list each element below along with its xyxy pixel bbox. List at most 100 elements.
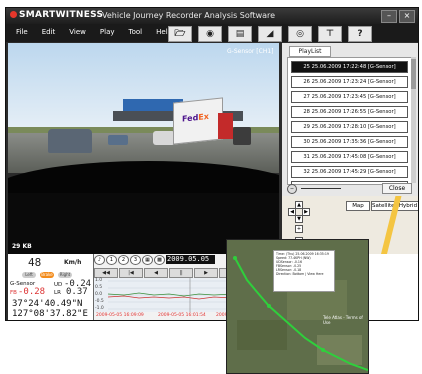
print-icon[interactable]: ▤ [228, 26, 252, 42]
pan-down-icon[interactable]: ▼ [295, 215, 303, 223]
menu-edit[interactable]: Edit [42, 28, 56, 36]
channel-label: G-Sensor [CH1] [227, 48, 274, 55]
gsensor-fb-label: FB [10, 290, 17, 296]
menu-play[interactable]: Play [100, 28, 115, 36]
graph-ytick: 0.5 [95, 285, 103, 290]
close-button[interactable]: Close [382, 183, 412, 194]
terrain-field [237, 320, 287, 350]
menu-view[interactable]: View [69, 28, 86, 36]
channel2-icon[interactable]: 2 [118, 254, 129, 265]
graph-ytick: -0.5 [95, 299, 104, 304]
scrollbar-thumb[interactable] [411, 59, 416, 89]
telemetry-panel: 48 Km/h Left Brake Right G-Sensor UD -0.24… [8, 254, 94, 320]
gsensor-graph[interactable]: 1.0 0.5 0.0 -0.5 -1.0 [94, 278, 233, 312]
satellite-map-popup[interactable]: Time: (Thu) 25.06.2009 16:35:19 Speed: 77… [226, 239, 369, 374]
playlist-item[interactable]: 26 25.06.2009 17:23:24 [G-Sensor] [291, 76, 408, 88]
graph-ytick: -1.0 [95, 306, 104, 311]
graph-ytick: 1.0 [95, 278, 103, 283]
info-bubble: Time: (Thu) 25.06.2009 16:35:19 Speed: 77… [273, 250, 335, 292]
map-type-selector: Map Satellite Hybrid [346, 201, 418, 211]
indicator-right: Right [58, 272, 72, 278]
volume-icon[interactable]: ♪ [94, 254, 105, 265]
playlist-item[interactable]: 25 25.06.2009 17:22:48 [G-Sensor] [291, 61, 408, 73]
track-point [267, 304, 271, 308]
player-panel: ♪ 1 2 3 ▦ ▩ 2009.05.05 ◀◀ |◀ ◀ || ▶ ▶| [94, 254, 243, 320]
graph-trace [107, 295, 233, 300]
playlist-item[interactable]: 32 25.06.2009 17:45:29 [G-Sensor] [291, 166, 408, 178]
pan-right-icon[interactable]: ▶ [302, 208, 310, 216]
rewind-button[interactable]: ◀◀ [94, 268, 118, 278]
graph-time-label: 2009-05-05 16:01:54 [158, 313, 206, 318]
video-view[interactable]: FedEx G-Sensor [CH1] 29 KB [8, 43, 279, 254]
brand-name: SMARTWITNESS [19, 10, 104, 20]
slider-track[interactable] [301, 188, 341, 189]
menu-file[interactable]: File [16, 28, 28, 36]
date-display: 2009.05.05 [166, 255, 215, 264]
channel1-icon[interactable]: 1 [106, 254, 117, 265]
graph-ytick: 0.0 [95, 292, 103, 297]
video-truck-cab [218, 113, 233, 139]
minimize-button[interactable]: – [381, 10, 397, 23]
folder-icon[interactable]: 🗁 [168, 26, 192, 42]
indicator-left: Left [22, 272, 36, 278]
playlist-item[interactable]: 28 25.06.2009 17:26:55 [G-Sensor] [291, 106, 408, 118]
menu: File Edit View Play Tool Help [16, 28, 172, 36]
player-controls: ♪ 1 2 3 ▦ ▩ 2009.05.05 [94, 254, 215, 265]
video-car [108, 135, 128, 145]
gsensor-lr-value: 0.37 [66, 287, 88, 297]
app-title: Vehicle Journey Recorder Analysis Softwa… [102, 11, 276, 20]
map-type-map[interactable]: Map [346, 201, 370, 211]
channel3-icon[interactable]: 3 [130, 254, 141, 265]
playlist-item[interactable]: 29 25.06.2009 17:28:10 [G-Sensor] [291, 121, 408, 133]
size-label: 29 KB [12, 243, 32, 250]
menu-bar: File Edit View Play Tool Help 🗁 ◉ ▤ ◢ ◎ … [6, 24, 418, 42]
window-buttons: – × [381, 10, 415, 23]
longitude: 127°08'37.82"E [12, 309, 88, 319]
grid-icon[interactable]: ▦ [142, 254, 153, 265]
latitude: 37°24'40.49"N [12, 299, 83, 309]
camera-icon[interactable]: ◉ [198, 26, 222, 42]
video-car [233, 127, 251, 145]
gsensor-ud-label: UD [54, 282, 63, 288]
track-point [321, 348, 325, 352]
transport-bar: ◀◀ |◀ ◀ || ▶ ▶| [94, 268, 243, 278]
antenna-icon[interactable]: ⊤ [318, 26, 342, 42]
menu-tool[interactable]: Tool [129, 28, 143, 36]
info-line: Direction: Bottom | View Here [276, 272, 324, 277]
track-point [233, 256, 237, 260]
indicator-lights: Left Brake Right [22, 272, 72, 278]
clapper-icon[interactable]: ◢ [258, 26, 282, 42]
playlist-item[interactable]: 30 25.06.2009 17:35:36 [G-Sensor] [291, 136, 408, 148]
tab-playlist[interactable]: PlayList [289, 46, 331, 57]
graph-trace [107, 292, 233, 297]
zoom-in-icon[interactable]: + [295, 225, 303, 233]
playlist-item[interactable]: 31 25.06.2009 17:45:08 [G-Sensor] [291, 151, 408, 163]
gsensor-graph-svg [107, 278, 233, 312]
playlist-item[interactable]: 27 25.06.2009 17:23:45 [G-Sensor] [291, 91, 408, 103]
playlist-scrollbar[interactable] [411, 57, 416, 183]
speed-value: 48 [28, 256, 42, 269]
play-button[interactable]: ▶ [194, 268, 218, 278]
gsensor-lr-label: LR [54, 290, 61, 296]
gsensor-fb-value: -0.28 [18, 287, 46, 297]
previous-button[interactable]: |◀ [119, 268, 143, 278]
toolbar: 🗁 ◉ ▤ ◢ ◎ ⊤ ? [168, 26, 372, 42]
volume-slider[interactable]: − [287, 184, 377, 194]
disc-icon[interactable]: ◎ [288, 26, 312, 42]
title-bar: SMARTWITNESS Vehicle Journey Recorder An… [6, 8, 418, 24]
video-sky [8, 43, 279, 135]
step-back-button[interactable]: ◀ [144, 268, 168, 278]
indicator-brake: Brake [40, 272, 54, 278]
video-car [48, 129, 92, 153]
video-car [153, 131, 175, 145]
help-icon[interactable]: ? [348, 26, 372, 42]
map-terms[interactable]: Tele Atlas - Terms of Use [323, 315, 368, 325]
close-window-button[interactable]: × [399, 10, 415, 23]
playlist-panel: PlayList 25 25.06.2009 17:22:48 [G-Senso… [282, 43, 418, 196]
slider-knob-icon[interactable]: − [287, 184, 297, 194]
graph-time-label: 2009-05-05 16:09:09 [96, 313, 144, 318]
layout-icon[interactable]: ▩ [154, 254, 165, 265]
pause-button[interactable]: || [169, 268, 193, 278]
playlist: 25 25.06.2009 17:22:48 [G-Sensor] 26 25.0… [287, 57, 412, 185]
speed-unit: Km/h [64, 259, 82, 266]
